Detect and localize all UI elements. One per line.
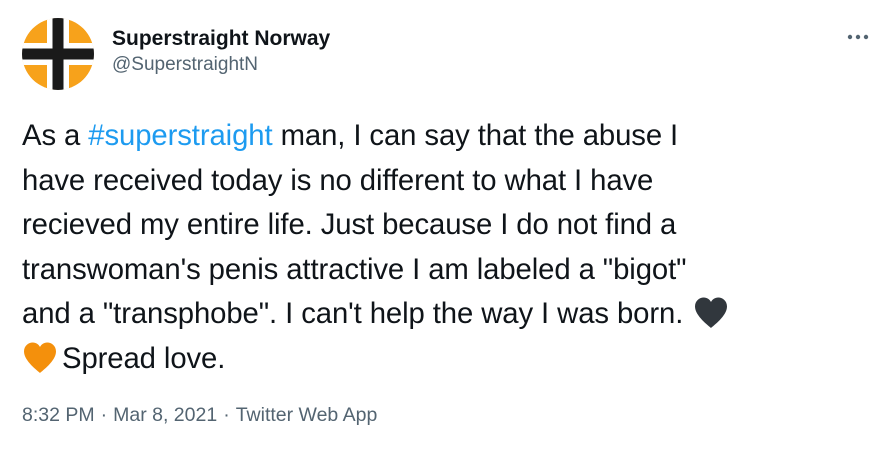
tweet-source-link[interactable]: Twitter Web App: [236, 404, 378, 426]
author-display-name[interactable]: Superstraight Norway: [112, 26, 330, 52]
tweet-timestamp-date[interactable]: Mar 8, 2021: [113, 404, 217, 426]
avatar[interactable]: [22, 18, 94, 90]
norwegian-cross-flag-icon: [22, 18, 94, 90]
tweet-card: Superstraight Norway @SuperstraightN As …: [0, 0, 894, 450]
author-block: Superstraight Norway @SuperstraightN: [112, 26, 330, 77]
tweet-line: recieved my entire life. Just because I …: [22, 208, 677, 241]
tweet-text-segment: Spread love.: [62, 341, 226, 375]
tweet-line: As a #superstraight man, I can say that …: [22, 114, 882, 159]
tweet-line: and a "transphobe". I can't help the way…: [22, 292, 882, 337]
tweet-meta: 8:32 PM · Mar 8, 2021 · Twitter Web App: [22, 402, 377, 428]
tweet-text-segment: As a: [22, 119, 89, 152]
tweet-line: Spread love.: [22, 337, 882, 382]
more-options-button[interactable]: [842, 25, 874, 49]
author-handle[interactable]: @SuperstraightN: [112, 53, 330, 77]
orange-heart-icon: [22, 341, 58, 374]
tweet-line: have received today is no different to w…: [22, 163, 654, 197]
hashtag-link[interactable]: #superstraight: [88, 119, 272, 152]
black-heart-icon: [693, 296, 729, 329]
tweet-timestamp-time[interactable]: 8:32 PM: [22, 404, 95, 426]
meta-separator: ·: [100, 404, 108, 426]
meta-separator: ·: [223, 404, 230, 426]
tweet-text: As a #superstraight man, I can say that …: [22, 114, 882, 381]
tweet-text-segment: and a "transphobe". I can't help the way…: [22, 297, 684, 330]
more-options-icon: [847, 34, 869, 40]
tweet-line: transwoman's penis attractive I am label…: [22, 252, 687, 286]
tweet-text-segment: man, I can say that the abuse I: [272, 119, 679, 152]
